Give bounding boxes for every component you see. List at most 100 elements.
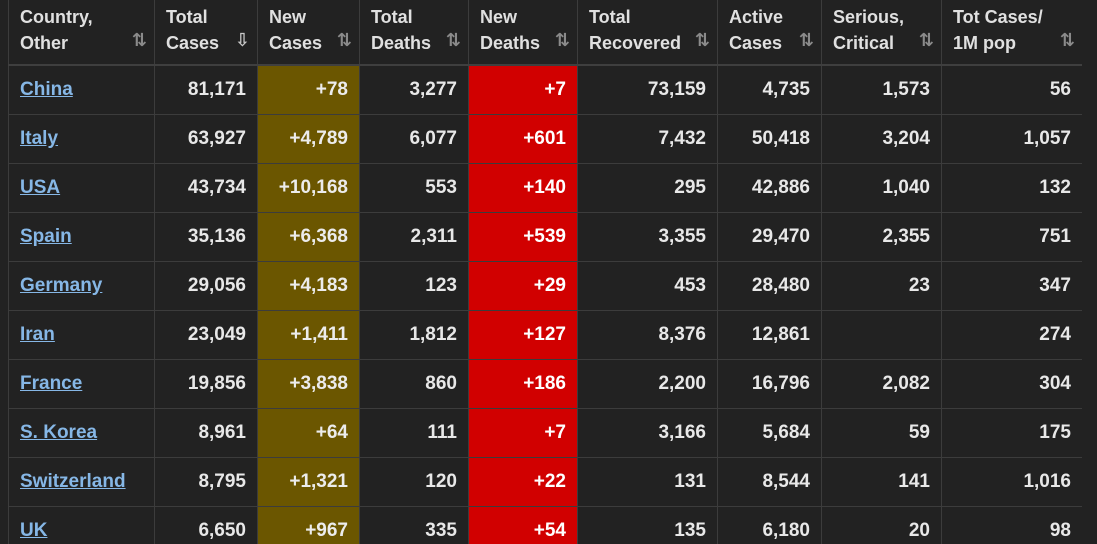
serious-critical-cell: 1,573	[821, 64, 942, 115]
new-cases-cell: +64	[257, 408, 360, 458]
sort-icon[interactable]: ⇅	[695, 30, 710, 51]
new-cases-cell: +6,368	[257, 212, 360, 262]
country-cell: Germany	[8, 261, 155, 311]
country-cell: Iran	[8, 310, 155, 360]
column-header-label: New	[269, 7, 307, 27]
column-header-new-deaths[interactable]: New Deaths ⇅	[468, 0, 578, 66]
total-deaths-cell: 335	[359, 506, 469, 544]
serious-critical-cell: 59	[821, 408, 942, 458]
total-deaths-cell: 123	[359, 261, 469, 311]
country-link[interactable]: Italy	[20, 128, 58, 149]
country-cell: S. Korea	[8, 408, 155, 458]
total-recovered-cell: 3,355	[577, 212, 718, 262]
serious-critical-cell: 2,082	[821, 359, 942, 409]
country-link[interactable]: Switzerland	[20, 471, 126, 492]
serious-critical-cell: 23	[821, 261, 942, 311]
country-link[interactable]: S. Korea	[20, 422, 97, 443]
serious-critical-cell: 141	[821, 457, 942, 507]
header-row: Country, Other ⇅ Total Cases ⇩ New Cases ⇅ Total D…	[8, 0, 1082, 66]
sort-icon[interactable]: ⇅	[799, 30, 814, 51]
total-recovered-cell: 135	[577, 506, 718, 544]
sort-icon[interactable]: ⇅	[919, 30, 934, 51]
column-header-label: Active	[729, 7, 784, 27]
column-header-tot-cases-per-1m[interactable]: Tot Cases/1M pop ⇅	[941, 0, 1082, 66]
tot-cases-per-1m-cell: 274	[941, 310, 1082, 360]
column-header-active-cases[interactable]: Active Cases ⇅	[717, 0, 822, 66]
sort-icon[interactable]: ⇅	[337, 30, 352, 51]
new-deaths-cell: +601	[468, 114, 578, 164]
country-link[interactable]: Germany	[20, 275, 102, 296]
country-link[interactable]: Spain	[20, 226, 72, 247]
country-cell: UK	[8, 506, 155, 544]
country-link[interactable]: UK	[20, 520, 47, 541]
total-recovered-cell: 73,159	[577, 64, 718, 115]
total-deaths-cell: 3,277	[359, 64, 469, 115]
column-header-total-cases[interactable]: Total Cases ⇩	[154, 0, 258, 66]
column-header-total-deaths[interactable]: Total Deaths ⇅	[359, 0, 469, 66]
new-cases-cell: +78	[257, 64, 360, 115]
total-deaths-cell: 860	[359, 359, 469, 409]
table-row: UK 6,650 +967 335 +54 135 6,180 20 98	[8, 506, 1082, 544]
serious-critical-cell: 20	[821, 506, 942, 544]
new-deaths-cell: +140	[468, 163, 578, 213]
total-cases-cell: 29,056	[154, 261, 258, 311]
table-row: USA 43,734 +10,168 553 +140 295 42,886 1,040 132	[8, 163, 1082, 213]
country-cell: Spain	[8, 212, 155, 262]
column-header-label: New	[480, 7, 518, 27]
country-cell: USA	[8, 163, 155, 213]
column-header-total-recovered[interactable]: Total Recovered ⇅	[577, 0, 718, 66]
new-deaths-cell: +7	[468, 408, 578, 458]
country-cell: France	[8, 359, 155, 409]
active-cases-cell: 5,684	[717, 408, 822, 458]
tot-cases-per-1m-cell: 347	[941, 261, 1082, 311]
table-row: France 19,856 +3,838 860 +186 2,200 16,796 2,08…	[8, 359, 1082, 409]
tot-cases-per-1m-cell: 56	[941, 64, 1082, 115]
total-cases-cell: 19,856	[154, 359, 258, 409]
column-header-label: Total	[166, 7, 208, 27]
sort-icon[interactable]: ⇅	[1060, 30, 1075, 51]
tot-cases-per-1m-cell: 751	[941, 212, 1082, 262]
total-recovered-cell: 7,432	[577, 114, 718, 164]
country-link[interactable]: USA	[20, 177, 60, 198]
column-header-label: Country,	[20, 7, 93, 27]
table-row: Iran 23,049 +1,411 1,812 +127 8,376 12,861 274	[8, 310, 1082, 360]
column-header-label: Total	[589, 7, 631, 27]
column-header-country[interactable]: Country, Other ⇅	[8, 0, 155, 66]
new-cases-cell: +1,411	[257, 310, 360, 360]
sort-icon[interactable]: ⇅	[132, 30, 147, 51]
column-header-label: Serious,	[833, 7, 905, 27]
serious-critical-cell: 2,355	[821, 212, 942, 262]
total-cases-cell: 23,049	[154, 310, 258, 360]
new-deaths-cell: +7	[468, 64, 578, 115]
total-cases-cell: 8,961	[154, 408, 258, 458]
table-row: Italy 63,927 +4,789 6,077 +601 7,432 50,418 3,2…	[8, 114, 1082, 164]
total-cases-cell: 63,927	[154, 114, 258, 164]
sort-descending-icon[interactable]: ⇩	[235, 30, 250, 51]
column-header-new-cases[interactable]: New Cases ⇅	[257, 0, 360, 66]
table-row: Switzerland 8,795 +1,321 120 +22 131 8,544 141 1…	[8, 457, 1082, 507]
active-cases-cell: 6,180	[717, 506, 822, 544]
column-header-label: Tot Cases/	[953, 7, 1043, 27]
country-link[interactable]: China	[20, 79, 73, 100]
table-row: Spain 35,136 +6,368 2,311 +539 3,355 29,470 2,3…	[8, 212, 1082, 262]
total-recovered-cell: 131	[577, 457, 718, 507]
new-deaths-cell: +127	[468, 310, 578, 360]
serious-critical-cell	[821, 310, 942, 360]
country-link[interactable]: Iran	[20, 324, 55, 345]
new-deaths-cell: +186	[468, 359, 578, 409]
active-cases-cell: 4,735	[717, 64, 822, 115]
tot-cases-per-1m-cell: 1,057	[941, 114, 1082, 164]
new-deaths-cell: +22	[468, 457, 578, 507]
country-cell: China	[8, 64, 155, 115]
total-cases-cell: 43,734	[154, 163, 258, 213]
country-link[interactable]: France	[20, 373, 82, 394]
total-recovered-cell: 3,166	[577, 408, 718, 458]
total-recovered-cell: 8,376	[577, 310, 718, 360]
column-header-serious-critical[interactable]: Serious, Critical ⇅	[821, 0, 942, 66]
total-deaths-cell: 120	[359, 457, 469, 507]
covid-stats-table: Country, Other ⇅ Total Cases ⇩ New Cases ⇅ Total D…	[8, 0, 1082, 544]
new-deaths-cell: +29	[468, 261, 578, 311]
sort-icon[interactable]: ⇅	[446, 30, 461, 51]
sort-icon[interactable]: ⇅	[555, 30, 570, 51]
active-cases-cell: 29,470	[717, 212, 822, 262]
